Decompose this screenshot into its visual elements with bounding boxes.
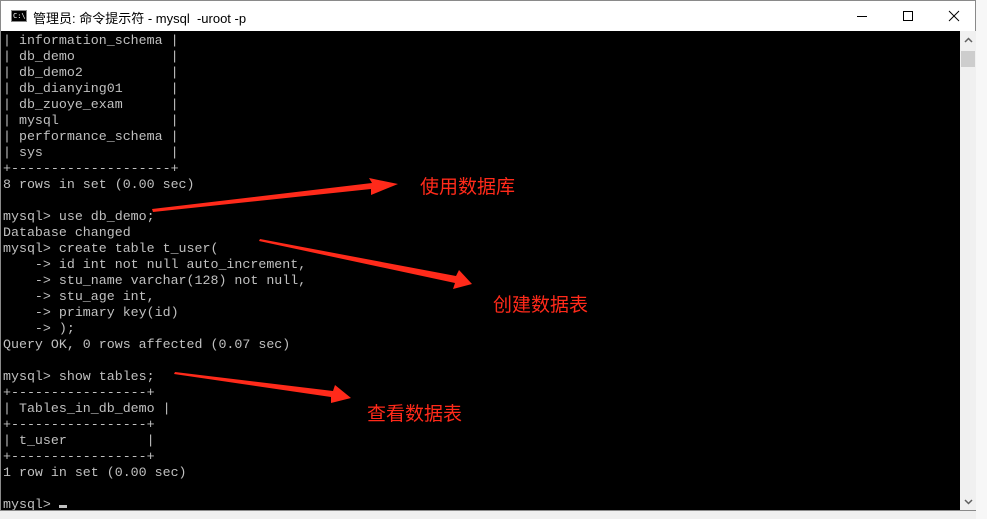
console-line: | information_schema | [3,33,179,48]
close-button[interactable] [931,1,977,31]
window-title: 管理员: 命令提示符 - mysql -uroot -p [33,11,247,26]
console-line: mysql> create table t_user( [3,241,219,256]
cmd-app-icon: C:\ [11,10,27,22]
console-line: | db_demo2 | [3,65,179,80]
vertical-scrollbar[interactable] [960,31,976,510]
minimize-icon [857,16,867,17]
console-line: | t_user | [3,433,155,448]
scroll-thumb[interactable] [961,51,975,67]
console-line: Query OK, 0 rows affected (0.07 sec) [3,337,291,352]
console-line: mysql> use db_demo; [3,209,155,224]
console-line: 8 rows in set (0.00 sec) [3,177,195,192]
console-line: +-----------------+ [3,417,155,432]
minimize-button[interactable] [839,1,885,31]
title-bar[interactable]: C:\ 管理员: 命令提示符 - mysql -uroot -p [1,1,975,31]
close-icon [948,10,960,22]
console-output[interactable]: | information_schema | | db_demo | | db_… [1,31,960,510]
console-text: | information_schema | | db_demo | | db_… [3,33,306,510]
console-line: -> id int not null auto_increment, [3,257,307,272]
scroll-up-button[interactable] [960,31,976,48]
annotation-show-tables: 查看数据表 [367,404,463,425]
annotation-create-table: 创建数据表 [493,295,589,316]
maximize-button[interactable] [885,1,931,31]
console-line: | mysql | [3,113,179,128]
console-line: 1 row in set (0.00 sec) [3,465,187,480]
maximize-icon [903,11,913,21]
console-line: +-----------------+ [3,385,155,400]
console-line: | db_zuoye_exam | [3,97,179,112]
console-line: | Tables_in_db_demo | [3,401,171,416]
console-line: -> stu_age int, [3,289,155,304]
console-line: +-----------------+ [3,449,155,464]
text-cursor [58,505,67,508]
console-line: | db_demo | [3,49,179,64]
console-line: -> ); [3,321,75,336]
chevron-up-icon [963,36,973,43]
command-prompt-window: C:\ 管理员: 命令提示符 - mysql -uroot -p | infor… [0,0,976,511]
console-line: mysql> show tables; [3,369,155,384]
background-app-fragment [976,0,987,519]
console-line: | performance_schema | [3,129,179,144]
console-line: -> primary key(id) [3,305,179,320]
console-line: | db_dianying01 | [3,81,179,96]
chevron-down-icon [963,498,973,505]
console-line: -> stu_name varchar(128) not null, [3,273,307,288]
console-line: +--------------------+ [3,161,179,176]
console-line: mysql> [3,497,59,510]
scroll-down-button[interactable] [960,493,976,510]
console-line: Database changed [3,225,131,240]
console-line: | sys | [3,145,179,160]
annotation-use-database: 使用数据库 [420,177,516,198]
